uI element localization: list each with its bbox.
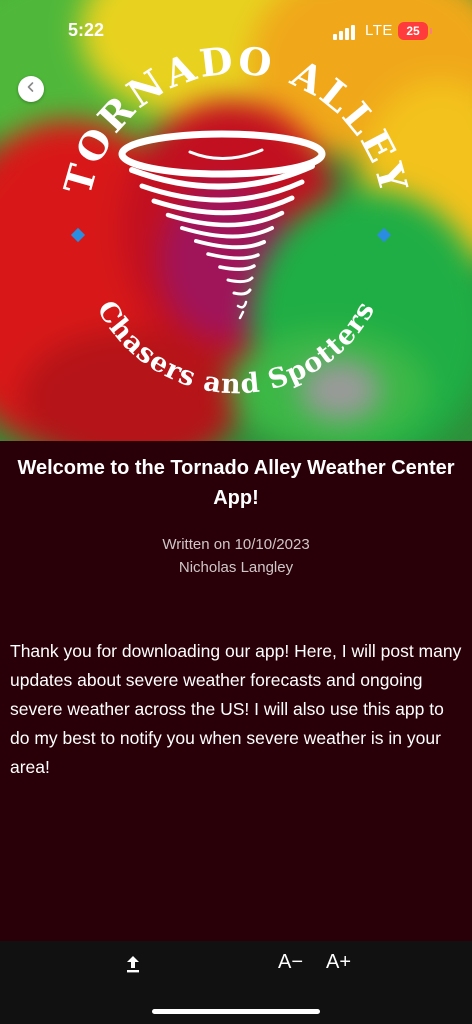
written-on-date: Written on 10/10/2023: [162, 536, 310, 553]
article-meta: Written on 10/10/2023 Nicholas Langley: [0, 533, 472, 579]
increase-font-button[interactable]: A+: [326, 951, 351, 974]
logo-bottom-text: Chasers and Spotters: [91, 296, 382, 401]
tornado-alley-logo: TORNADO ALLEY Chasers and Spotters: [55, 37, 415, 401]
share-upload-icon: [120, 956, 146, 981]
diamond-icon: [376, 227, 392, 243]
home-indicator[interactable]: [152, 1009, 320, 1014]
header-image: 5:22 LTE 25 TORNADO ALLEY Chasers and Sp…: [0, 0, 472, 441]
article-body: Thank you for downloading our app! Here,…: [10, 641, 462, 777]
article-content: Welcome to the Tornado Alley Weather Cen…: [0, 441, 472, 941]
tornado-icon: [118, 130, 326, 320]
decrease-font-button[interactable]: A−: [278, 951, 303, 974]
article-title: Welcome to the Tornado Alley Weather Cen…: [17, 457, 455, 509]
bottom-toolbar: A− A+: [0, 941, 472, 1024]
diamond-icon: [70, 227, 86, 243]
article-author: Nicholas Langley: [178, 559, 294, 576]
share-button[interactable]: [120, 951, 146, 977]
